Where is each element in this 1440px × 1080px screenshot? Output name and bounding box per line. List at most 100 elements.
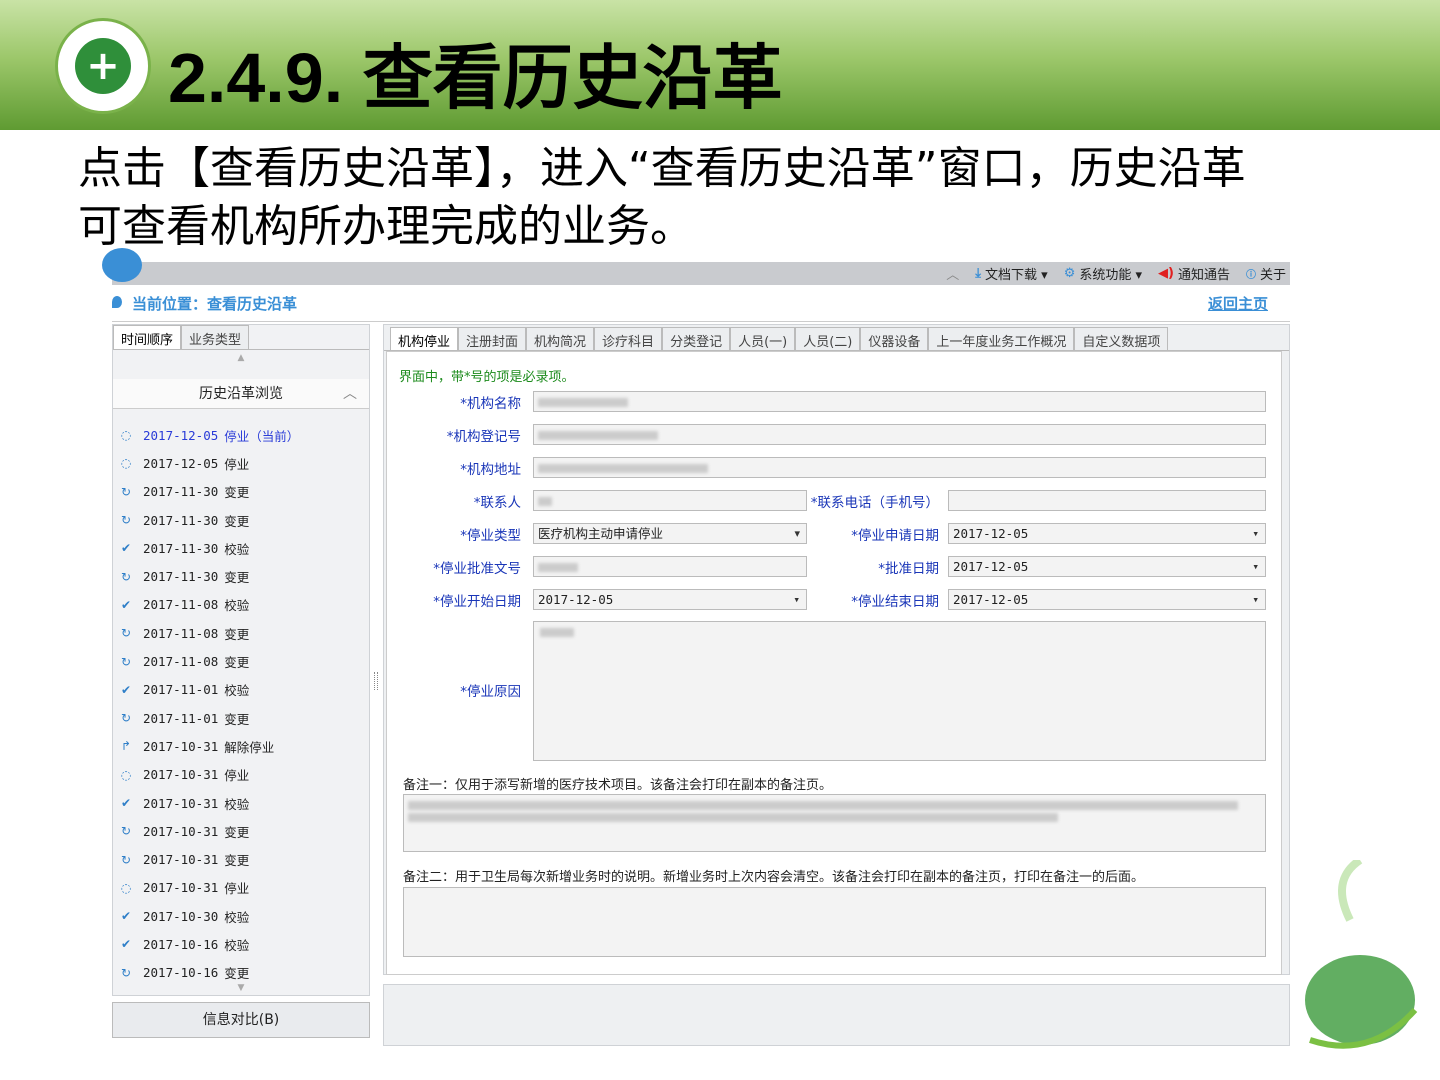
history-item[interactable]: ✔ 2017-10-16 校验 [113, 930, 369, 958]
org-name-input[interactable] [533, 391, 1266, 412]
detail-tab[interactable]: 诊疗科目 [594, 327, 663, 350]
history-item[interactable]: ↻ 2017-10-31 变更 [113, 817, 369, 845]
label-start-date: *停业开始日期 [433, 594, 521, 610]
history-item[interactable]: ↻ 2017-11-01 变更 [113, 704, 369, 732]
stop-reason-textarea[interactable] [533, 621, 1266, 761]
history-date: 2017-11-30 [143, 540, 219, 556]
history-item[interactable]: ✔ 2017-11-30 校验 [113, 534, 369, 562]
info-icon: ⓘ [1245, 270, 1256, 281]
history-date: 2017-11-30 [143, 569, 219, 585]
end-date-picker[interactable]: 2017-12-05 [948, 589, 1266, 610]
chevron-up-icon[interactable]: ︿ [343, 379, 357, 409]
history-item[interactable]: ✔ 2017-10-30 校验 [113, 902, 369, 930]
change-icon: ↻ [120, 965, 132, 980]
detail-tab[interactable]: 仪器设备 [860, 327, 929, 350]
history-item[interactable]: ◌ 2017-12-05 停业（当前） [113, 421, 369, 449]
history-item[interactable]: ↻ 2017-11-08 变更 [113, 619, 369, 647]
stop-icon: ◌ [120, 456, 132, 471]
history-date: 2017-12-05 [143, 455, 219, 471]
history-browse-header[interactable]: 历史沿革浏览 ︿ [113, 379, 369, 409]
remark1-textarea[interactable] [403, 794, 1266, 852]
address-input[interactable] [533, 457, 1266, 478]
cross-icon: + [75, 38, 131, 94]
remark2-textarea[interactable] [403, 887, 1266, 957]
change-icon: ↻ [120, 484, 132, 499]
history-type: 校验 [224, 683, 250, 699]
history-item[interactable]: ↻ 2017-11-30 变更 [113, 506, 369, 534]
return-home-link[interactable]: 返回主页 [1208, 293, 1268, 314]
history-item[interactable]: ↻ 2017-11-30 变更 [113, 562, 369, 590]
history-item[interactable]: ✔ 2017-11-01 校验 [113, 676, 369, 704]
detail-tab[interactable]: 分类登记 [662, 327, 731, 350]
history-item[interactable]: ◌ 2017-10-31 停业 [113, 874, 369, 902]
history-date: 2017-11-30 [143, 484, 219, 500]
change-icon: ↻ [120, 513, 132, 528]
change-icon: ↻ [120, 711, 132, 726]
label-addr: *机构地址 [460, 462, 521, 478]
apply-date-picker[interactable]: 2017-12-05 [948, 523, 1266, 544]
history-item[interactable]: ◌ 2017-12-05 停业 [113, 449, 369, 477]
history-type: 变更 [224, 853, 250, 869]
stop-type-select[interactable]: 医疗机构主动申请停业 [533, 523, 807, 544]
approval-no-input[interactable] [533, 556, 807, 577]
scroll-down-icon[interactable]: ▼ [113, 983, 369, 993]
detail-tab[interactable]: 注册封面 [458, 327, 527, 350]
history-item[interactable]: ◌ 2017-10-31 停业 [113, 761, 369, 789]
breadcrumb: 当前位置：查看历史沿革 [132, 295, 298, 313]
detail-tab[interactable]: 人员(一) [730, 327, 796, 350]
label-phone: *联系电话（手机号） [810, 495, 939, 511]
history-item[interactable]: ✔ 2017-10-31 校验 [113, 789, 369, 817]
speaker-icon: ◀) [1158, 266, 1174, 281]
splitter-handle[interactable] [374, 672, 378, 690]
history-type: 停业 [224, 768, 250, 784]
detail-tab[interactable]: 自定义数据项 [1074, 327, 1169, 350]
history-date: 2017-12-05 [143, 427, 219, 443]
history-date: 2017-10-30 [143, 908, 219, 924]
detail-tab[interactable]: 上一年度业务工作概况 [928, 327, 1075, 350]
label-reason: *停业原因 [460, 684, 521, 700]
history-item[interactable]: ↻ 2017-11-30 变更 [113, 478, 369, 506]
history-item[interactable]: ↻ 2017-11-08 变更 [113, 647, 369, 675]
history-date: 2017-10-16 [143, 965, 219, 981]
label-stop-type: *停业类型 [460, 528, 521, 544]
tab-time-order[interactable]: 时间顺序 [113, 325, 182, 349]
history-item[interactable]: ↻ 2017-10-31 变更 [113, 845, 369, 873]
history-item[interactable]: ↱ 2017-10-31 解除停业 [113, 732, 369, 760]
menu-label: 通知通告 [1177, 268, 1230, 283]
remark2-label: 备注二：用于卫生局每次新增业务时的说明。新增业务时上次内容会清空。该备注会打印在… [403, 870, 1145, 885]
reg-number-input[interactable] [533, 424, 1266, 445]
collapse-icon[interactable]: ︿ [946, 264, 959, 283]
check-icon: ✔ [120, 541, 132, 556]
history-date: 2017-10-31 [143, 795, 219, 811]
history-type: 变更 [224, 824, 250, 840]
history-date: 2017-11-01 [143, 710, 219, 726]
detail-tab[interactable]: 机构简况 [526, 327, 595, 350]
history-type: 解除停业 [224, 739, 275, 755]
location-bar: 当前位置：查看历史沿革 返回主页 [112, 285, 1290, 322]
start-date-picker[interactable]: 2017-12-05 [533, 589, 807, 610]
phone-input[interactable] [948, 490, 1266, 511]
detail-tabs: 机构停业 注册封面 机构简况 诊疗科目 分类登记 人员(一) 人员(二) 仪器设备 上一年度业务… [384, 325, 1289, 351]
slide-description: 点击【查看历史沿革】，进入“查看历史沿革”窗口，历史沿革 可查看机构所办理完成的… [78, 140, 1378, 256]
info-compare-button[interactable]: 信息对比(B) [112, 1002, 370, 1038]
detail-tab[interactable]: 机构停业 [390, 327, 459, 350]
about-menu[interactable]: ⓘ 关于 [1246, 264, 1286, 283]
detail-panel: 机构停业 注册封面 机构简况 诊疗科目 分类登记 人员(一) 人员(二) 仪器设备 上一年度业务… [383, 324, 1290, 975]
system-menu[interactable]: ⚙ 系统功能 ▾ [1064, 264, 1142, 283]
check-icon: ✔ [120, 796, 132, 810]
contact-input[interactable] [533, 490, 807, 511]
notice-menu[interactable]: ◀) 通知通告 [1158, 264, 1230, 283]
stop-business-form: 界面中，带*号的项是必录项。 *机构名称 *机构登记号 *机构地址 *联系人 *… [386, 351, 1282, 975]
tab-business-type[interactable]: 业务类型 [181, 325, 250, 349]
scroll-up-icon[interactable]: ▲ [113, 353, 369, 363]
detail-tab[interactable]: 人员(二) [795, 327, 861, 350]
approve-date-picker[interactable]: 2017-12-05 [948, 556, 1266, 577]
label-name: *机构名称 [460, 396, 521, 412]
doc-download-menu[interactable]: ⤓ 文档下载 ▾ [975, 264, 1047, 283]
history-item[interactable]: ✔ 2017-11-08 校验 [113, 591, 369, 619]
header-label: 历史沿革浏览 [199, 386, 283, 402]
history-date: 2017-10-31 [143, 880, 219, 896]
history-type: 变更 [224, 513, 250, 529]
app-orb-icon[interactable] [102, 248, 142, 282]
label-contact: *联系人 [473, 495, 521, 511]
